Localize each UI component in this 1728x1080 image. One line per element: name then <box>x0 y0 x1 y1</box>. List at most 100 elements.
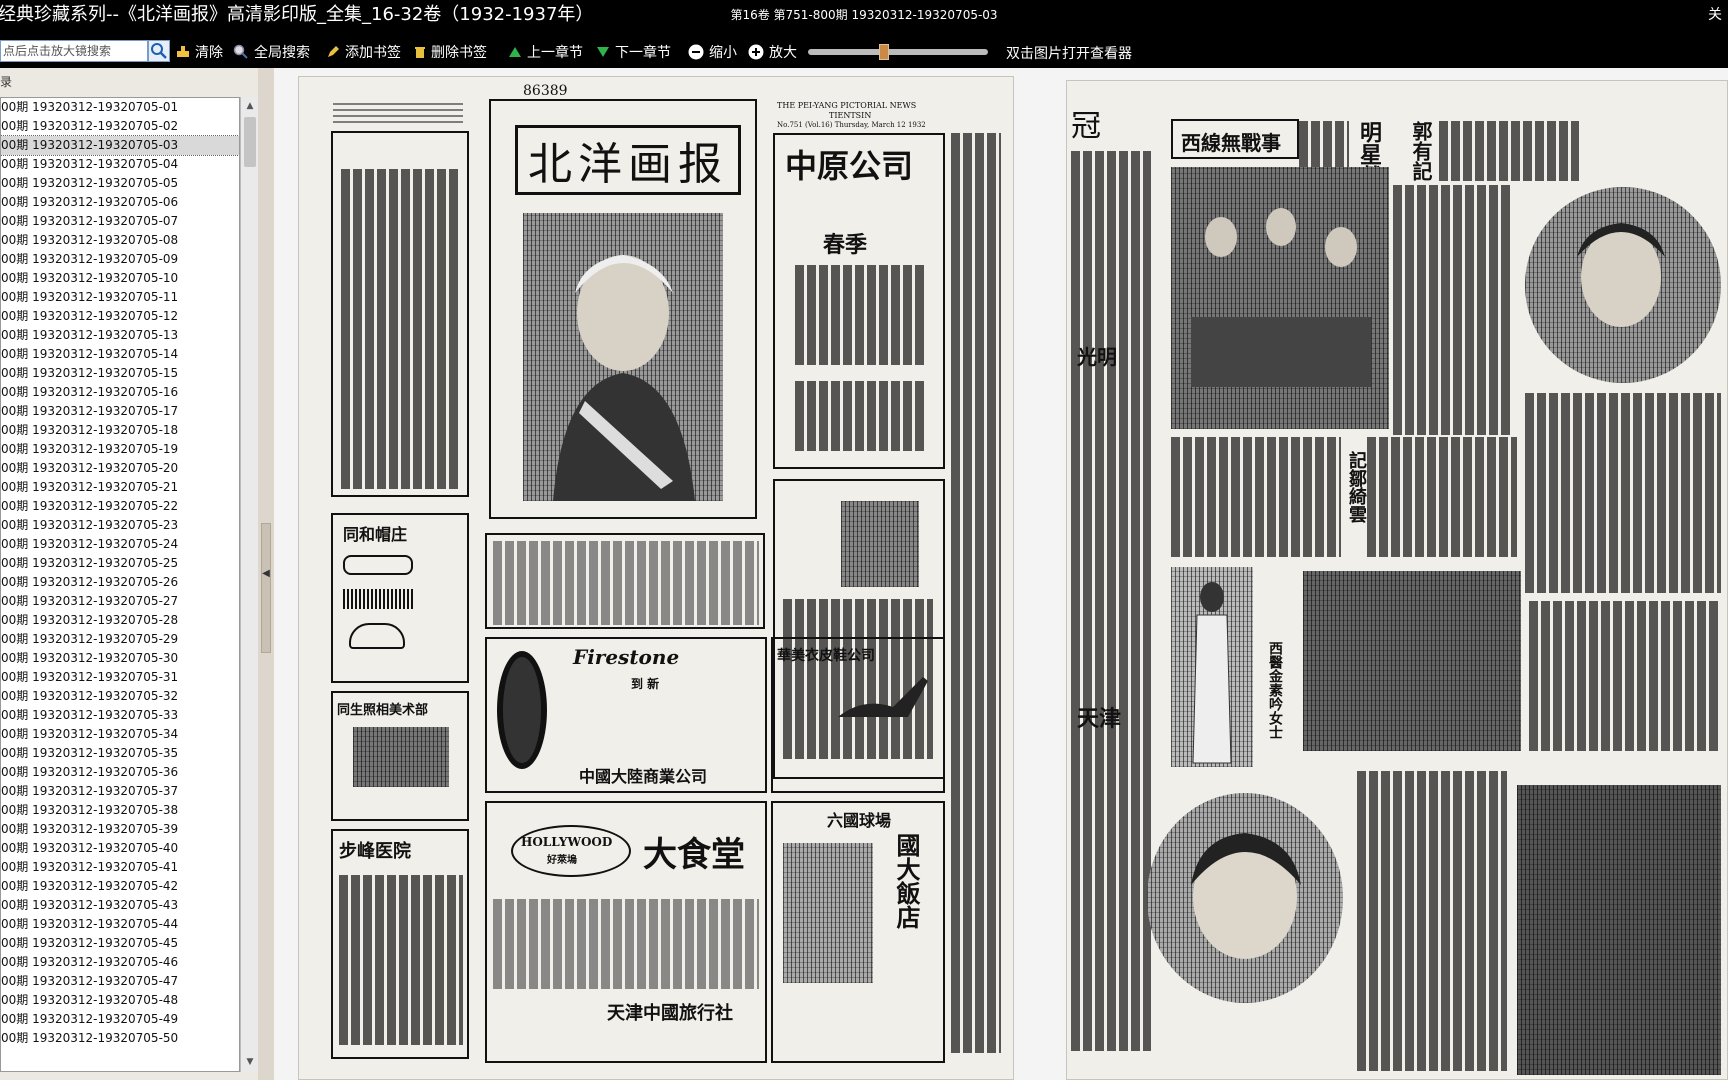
magnifier-button[interactable] <box>148 40 170 62</box>
issue-list-scrollbar[interactable]: ▲ ▼ <box>240 97 258 1072</box>
issue-list-item[interactable]: 00期 19320312-19320705-46 <box>1 953 239 972</box>
issue-list-item[interactable]: 00期 19320312-19320705-14 <box>1 345 239 364</box>
sidebar-splitter[interactable]: ◀ <box>258 68 274 1080</box>
issue-list-item[interactable]: 00期 19320312-19320705-45 <box>1 934 239 953</box>
headline-title: 西線無戰事 <box>1181 131 1281 155</box>
sidebar-header: 录 <box>0 75 13 89</box>
issue-list-item[interactable]: 00期 19320312-19320705-02 <box>1 117 239 136</box>
issue-list-item[interactable]: 00期 19320312-19320705-28 <box>1 611 239 630</box>
issue-list-item[interactable]: 00期 19320312-19320705-05 <box>1 174 239 193</box>
collapse-arrow-icon[interactable]: ◀ <box>261 568 271 579</box>
issue-list-item[interactable]: 00期 19320312-19320705-07 <box>1 212 239 231</box>
issue-list-item[interactable]: 00期 19320312-19320705-08 <box>1 231 239 250</box>
shop-title: 郭有記 <box>1409 121 1433 181</box>
close-button[interactable]: 关 <box>1708 6 1722 24</box>
newspaper-page-right[interactable]: 冠 西線無戰事 明星戲院 郭有記 記鄒綺雲 西醫金素吟女士 光明 天津 <box>1066 80 1728 1080</box>
issue-list-item[interactable]: 00期 19320312-19320705-33 <box>1 706 239 725</box>
issue-list-item[interactable]: 00期 19320312-19320705-37 <box>1 782 239 801</box>
app-window: 经典珍藏系列--《北洋画报》高清影印版_全集_16-32卷（1932-1937年… <box>0 0 1728 1080</box>
issue-list-item[interactable]: 00期 19320312-19320705-39 <box>1 820 239 839</box>
scroll-down-arrow-icon[interactable]: ▼ <box>243 1055 257 1069</box>
ad-hat-shop: 同和帽庄 <box>331 513 469 683</box>
broom-icon <box>177 46 189 57</box>
ad-travel-title: 天津中國旅行社 <box>607 1003 733 1024</box>
issue-list-item[interactable]: 00期 19320312-19320705-15 <box>1 364 239 383</box>
scroll-up-arrow-icon[interactable]: ▲ <box>243 99 257 113</box>
ad-hat-shop-title: 同和帽庄 <box>343 525 408 544</box>
issue-list-item[interactable]: 00期 19320312-19320705-40 <box>1 839 239 858</box>
prev-chapter-label: 上一章节 <box>527 45 583 61</box>
issue-list-item[interactable]: 00期 19320312-19320705-42 <box>1 877 239 896</box>
issue-list-item[interactable]: 00期 19320312-19320705-35 <box>1 744 239 763</box>
issue-list-item[interactable]: 00期 19320312-19320705-50 <box>1 1029 239 1048</box>
trash-icon <box>415 47 425 58</box>
ad-firestone-company: 中國大陸商業公司 <box>579 767 708 786</box>
viewer-hint: 双击图片打开查看器 <box>1006 46 1132 62</box>
issue-list-item[interactable]: 00期 19320312-19320705-30 <box>1 649 239 668</box>
issue-list-item[interactable]: 00期 19320312-19320705-43 <box>1 896 239 915</box>
add-bookmark-button[interactable]: 添加书签 <box>326 43 401 61</box>
issue-list-item[interactable]: 00期 19320312-19320705-21 <box>1 478 239 497</box>
masthead-title: 北洋画报 <box>515 125 741 195</box>
ad-hollywood: HOLLYWOOD 好萊塢 大食堂 天津中國旅行社 <box>485 801 767 1063</box>
issue-list-item[interactable]: 00期 19320312-19320705-06 <box>1 193 239 212</box>
issue-list-item[interactable]: 00期 19320312-19320705-23 <box>1 516 239 535</box>
issue-list-item[interactable]: 00期 19320312-19320705-24 <box>1 535 239 554</box>
ad-tianjin: 天津 <box>1077 706 1122 732</box>
issue-list-item[interactable]: 00期 19320312-19320705-01 <box>1 98 239 117</box>
issue-list-item[interactable]: 00期 19320312-19320705-22 <box>1 497 239 516</box>
issue-list-item[interactable]: 00期 19320312-19320705-32 <box>1 687 239 706</box>
global-search-label: 全局搜索 <box>254 45 310 61</box>
page-number: 86389 <box>523 83 568 99</box>
issue-list-item[interactable]: 00期 19320312-19320705-48 <box>1 991 239 1010</box>
issue-list-item[interactable]: 00期 19320312-19320705-27 <box>1 592 239 611</box>
issue-list-item[interactable]: 00期 19320312-19320705-16 <box>1 383 239 402</box>
issue-line: No.751 (Vol.16) Thursday, March 12 1932 <box>777 121 926 129</box>
issue-list-item[interactable]: 00期 19320312-19320705-11 <box>1 288 239 307</box>
standing-figure-icon <box>1192 582 1232 764</box>
splitter-grip[interactable] <box>261 523 271 653</box>
issue-list-item[interactable]: 00期 19320312-19320705-49 <box>1 1010 239 1029</box>
issue-list-item[interactable]: 00期 19320312-19320705-34 <box>1 725 239 744</box>
issue-list-item[interactable]: 00期 19320312-19320705-19 <box>1 440 239 459</box>
clear-button[interactable]: 清除 <box>176 43 223 61</box>
delete-bookmark-button[interactable]: 删除书签 <box>414 43 487 61</box>
issue-list-item[interactable]: 00期 19320312-19320705-44 <box>1 915 239 934</box>
issue-list-item[interactable]: 00期 19320312-19320705-36 <box>1 763 239 782</box>
scroll-thumb[interactable] <box>244 117 256 167</box>
issue-list-item[interactable]: 00期 19320312-19320705-03 <box>1 135 239 156</box>
ad-xiyuan <box>485 533 765 629</box>
zoom-out-button[interactable]: 缩小 <box>688 43 737 61</box>
issue-list-item[interactable]: 00期 19320312-19320705-29 <box>1 630 239 649</box>
ad-hotel-title: 國大飯店 <box>892 833 921 929</box>
issue-list-item[interactable]: 00期 19320312-19320705-31 <box>1 668 239 687</box>
issue-list-item[interactable]: 00期 19320312-19320705-26 <box>1 573 239 592</box>
clear-label: 清除 <box>195 45 223 61</box>
search-input[interactable] <box>0 40 148 62</box>
newspaper-page-left[interactable]: 86389 北洋画报 THE PEI-YANG PICTORIAL NEWS T… <box>298 76 1014 1080</box>
zoom-slider-thumb[interactable] <box>879 44 889 60</box>
issue-list-item[interactable]: 00期 19320312-19320705-41 <box>1 858 239 877</box>
zoom-in-button[interactable]: 放大 <box>748 43 797 61</box>
issue-list-item[interactable]: 00期 19320312-19320705-17 <box>1 402 239 421</box>
issue-list-item[interactable]: 00期 19320312-19320705-04 <box>1 155 239 174</box>
issue-list-item[interactable]: 00期 19320312-19320705-12 <box>1 307 239 326</box>
issue-list[interactable]: 00期 19320312-19320705-01 00期 19320312-193… <box>0 97 240 1072</box>
zoom-slider[interactable] <box>808 44 988 60</box>
next-chapter-button[interactable]: 下一章节 <box>596 43 671 61</box>
issue-list-item[interactable]: 00期 19320312-19320705-25 <box>1 554 239 573</box>
dancers-photo <box>1517 785 1721 1075</box>
lady-caption: 西醫金素吟女士 <box>1267 641 1283 739</box>
ad-hotel: 六國球場 國大飯店 <box>771 801 945 1063</box>
issue-list-item[interactable]: 00期 19320312-19320705-38 <box>1 801 239 820</box>
issue-list-item[interactable]: 00期 19320312-19320705-13 <box>1 326 239 345</box>
prev-chapter-button[interactable]: 上一章节 <box>508 43 583 61</box>
issue-list-item[interactable]: 00期 19320312-19320705-47 <box>1 972 239 991</box>
issue-list-item[interactable]: 00期 19320312-19320705-18 <box>1 421 239 440</box>
issue-list-item[interactable]: 00期 19320312-19320705-20 <box>1 459 239 478</box>
page-viewer[interactable]: 86389 北洋画报 THE PEI-YANG PICTORIAL NEWS T… <box>274 68 1728 1080</box>
issue-list-item[interactable]: 00期 19320312-19320705-10 <box>1 269 239 288</box>
issue-list-item[interactable]: 00期 19320312-19320705-09 <box>1 250 239 269</box>
ad-shoes-title: 華美衣皮鞋公司 <box>777 648 875 664</box>
global-search-button[interactable]: 全局搜索 <box>233 43 310 61</box>
